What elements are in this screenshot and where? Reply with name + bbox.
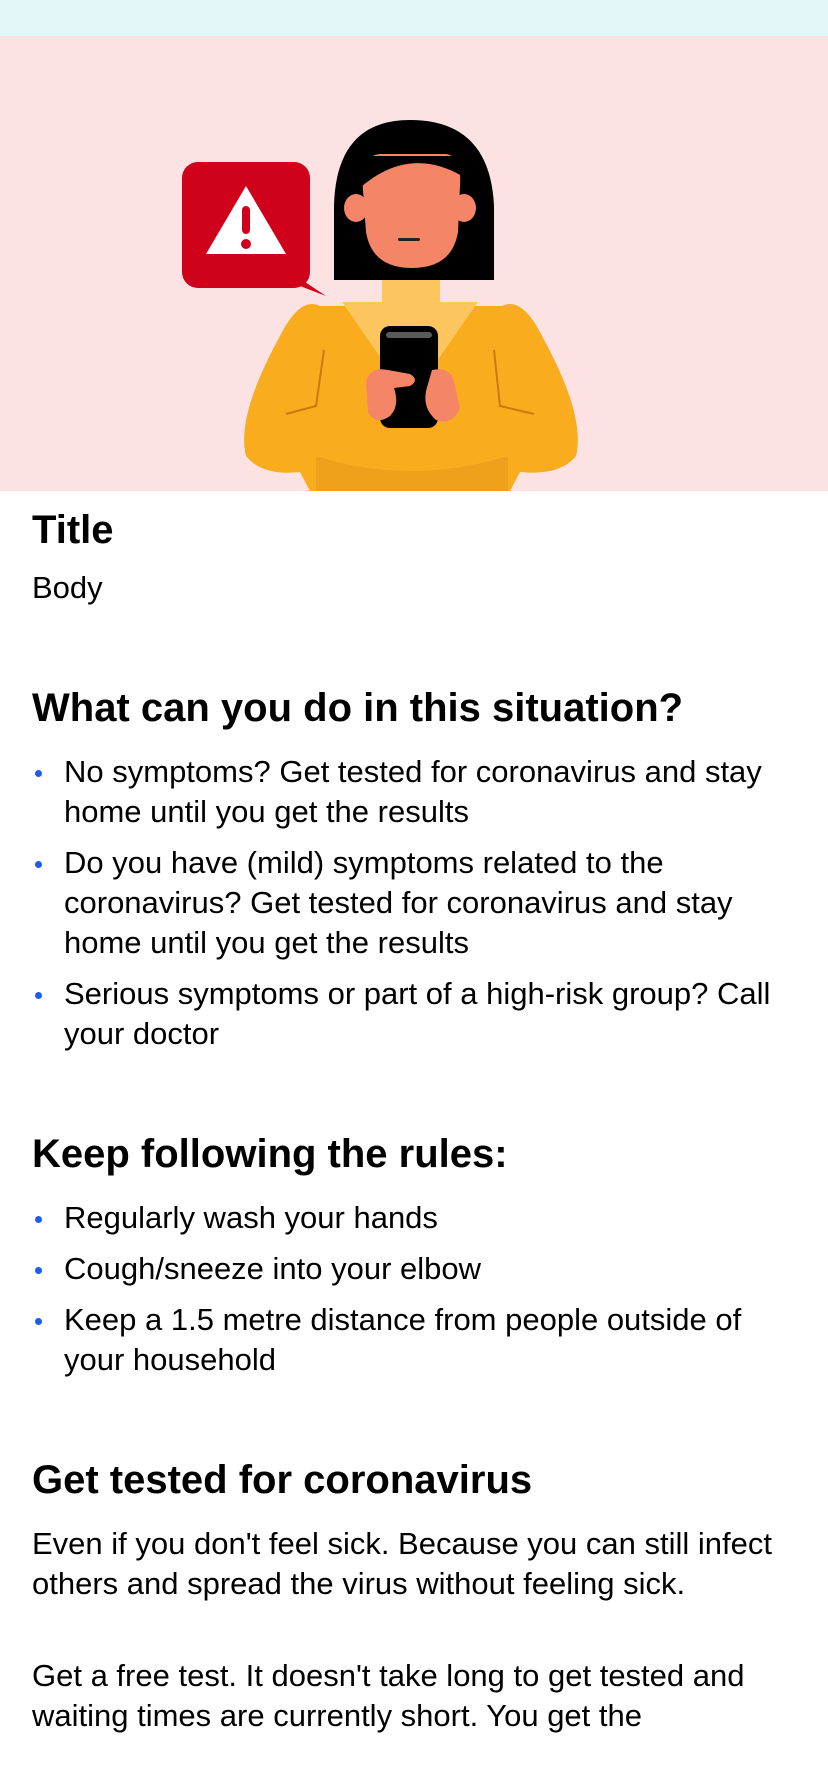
testing-heading: Get tested for coronavirus	[32, 1458, 533, 1502]
list-item-text: Do you have (mild) symptoms related to t…	[64, 845, 733, 960]
testing-paragraph-1: Even if you don't feel sick. Because you…	[32, 1526, 772, 1601]
list-item: Do you have (mild) symptoms related to t…	[32, 843, 796, 963]
list-item-text: Cough/sneeze into your elbow	[64, 1251, 482, 1286]
bullet-icon	[35, 1318, 42, 1325]
rules-list: Regularly wash your hands Cough/sneeze i…	[32, 1198, 796, 1380]
status-bar	[0, 0, 828, 36]
page-body: Body	[32, 570, 103, 605]
person-with-phone-illustration	[182, 120, 578, 491]
list-item: Serious symptoms or part of a high-risk …	[32, 974, 796, 1054]
list-item-text: Serious symptoms or part of a high-risk …	[64, 976, 771, 1051]
page-title: Title	[32, 508, 114, 552]
list-item-text: No symptoms? Get tested for coronavirus …	[64, 754, 762, 829]
list-item-text: Keep a 1.5 metre distance from people ou…	[64, 1302, 742, 1377]
warning-triangle-icon	[182, 162, 326, 296]
bullet-icon	[35, 992, 42, 999]
situation-heading: What can you do in this situation?	[32, 686, 684, 730]
list-item: Cough/sneeze into your elbow	[32, 1249, 796, 1289]
hero-illustration	[0, 36, 828, 491]
rules-heading: Keep following the rules:	[32, 1132, 508, 1176]
main-content: Title Body What can you do in this situa…	[32, 506, 796, 1736]
bullet-icon	[35, 1267, 42, 1274]
bullet-icon	[35, 1216, 42, 1223]
bullet-icon	[35, 861, 42, 868]
bullet-icon	[35, 770, 42, 777]
situation-list: No symptoms? Get tested for coronavirus …	[32, 752, 796, 1054]
list-item-text: Regularly wash your hands	[64, 1200, 438, 1235]
testing-paragraph-2: Get a free test. It doesn't take long to…	[32, 1658, 745, 1733]
list-item: Regularly wash your hands	[32, 1198, 796, 1238]
list-item: Keep a 1.5 metre distance from people ou…	[32, 1300, 796, 1380]
list-item: No symptoms? Get tested for coronavirus …	[32, 752, 796, 832]
